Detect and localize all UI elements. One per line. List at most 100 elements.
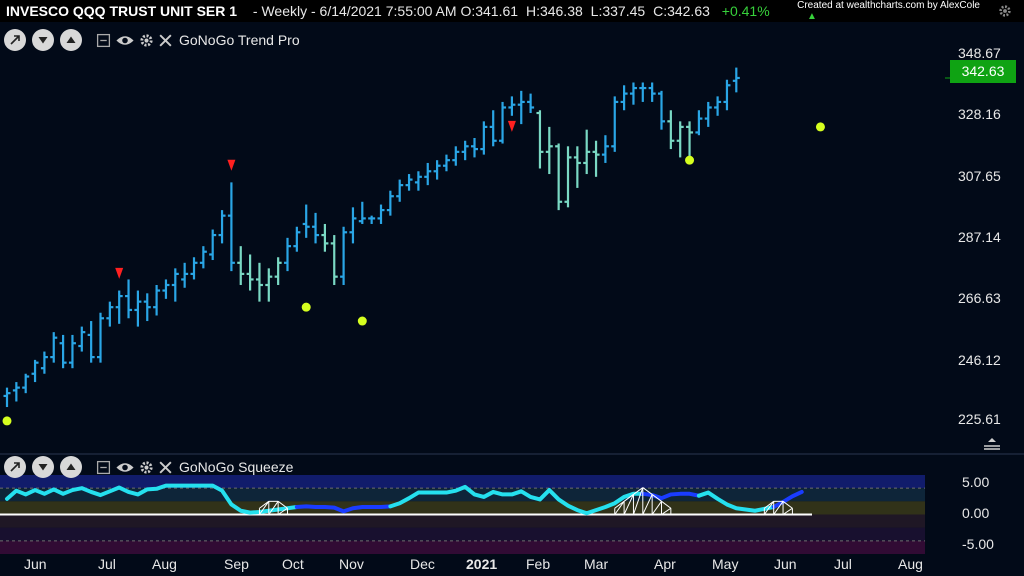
- price-bar: [190, 257, 198, 280]
- price-bar: [349, 207, 357, 244]
- triangle-down-icon: [38, 464, 48, 471]
- change-percent: +0.41%: [721, 3, 770, 19]
- price-bar: [704, 101, 712, 127]
- price-bar: [601, 135, 609, 163]
- squeeze-panel-toolbar: GoNoGo Squeeze: [4, 456, 293, 478]
- price-bar: [676, 121, 684, 158]
- price-bar: [274, 257, 282, 285]
- move-down-button[interactable]: [32, 456, 54, 478]
- low-value: 337.45: [602, 3, 646, 19]
- price-bar: [330, 235, 338, 285]
- squeeze-band: [0, 540, 925, 554]
- price-bar: [293, 226, 301, 252]
- minimize-icon[interactable]: [96, 460, 111, 475]
- triangle-up-icon: [66, 36, 76, 43]
- eye-icon[interactable]: [115, 460, 135, 475]
- price-bar: [40, 351, 48, 374]
- price-bar: [368, 215, 376, 224]
- price-bar: [517, 90, 525, 125]
- go-dot-marker: [301, 302, 311, 312]
- price-bar: [620, 85, 628, 111]
- price-bar: [358, 201, 366, 224]
- indicator-name: GoNoGo Squeeze: [179, 459, 294, 475]
- expand-button[interactable]: [4, 29, 26, 51]
- minimize-icon[interactable]: [96, 33, 111, 48]
- y-axis-label: 348.67: [958, 45, 1001, 61]
- price-bar: [686, 121, 694, 158]
- x-axis-label: Dec: [410, 556, 435, 572]
- x-axis-label: Jul: [834, 556, 852, 572]
- price-bar: [143, 293, 151, 322]
- price-bar: [78, 326, 86, 352]
- y-axis-label: 307.65: [958, 168, 1001, 184]
- close-value: 342.63: [667, 3, 710, 19]
- price-bar: [555, 143, 563, 211]
- price-bar: [125, 279, 133, 319]
- open-label: O:: [460, 3, 476, 19]
- price-bar: [433, 160, 441, 180]
- symbol-title: INVESCO QQQ TRUST UNIT SER 1: [6, 3, 238, 19]
- move-up-button[interactable]: [60, 456, 82, 478]
- credit-text: Created at wealthcharts.com by AlexCole: [797, 0, 980, 11]
- move-down-button[interactable]: [32, 29, 54, 51]
- price-bar: [639, 82, 647, 102]
- close-icon[interactable]: [158, 460, 173, 475]
- price-bar: [171, 268, 179, 302]
- y-axis-label: 328.16: [958, 106, 1001, 122]
- up-arrow-icon: ▲: [807, 11, 817, 22]
- go-dot-marker: [2, 416, 12, 426]
- price-bar: [499, 101, 507, 144]
- move-up-button[interactable]: [60, 29, 82, 51]
- price-bar: [732, 67, 740, 93]
- price-bar: [134, 290, 142, 327]
- price-bar: [527, 93, 535, 114]
- price-bar: [424, 162, 432, 186]
- close-icon[interactable]: [158, 33, 173, 48]
- price-bar: [255, 262, 263, 302]
- nogo-triangle-marker: [227, 159, 236, 171]
- x-axis-label: Aug: [898, 556, 923, 572]
- price-bar: [564, 146, 572, 208]
- x-axis-label: Nov: [339, 556, 364, 572]
- price-bar: [545, 126, 553, 175]
- price-bar: [153, 284, 161, 316]
- gear-icon[interactable]: [139, 33, 154, 48]
- price-bar: [573, 146, 581, 188]
- last-price-tag: 342.63: [950, 60, 1016, 83]
- timeframe-info: - Weekly - 6/14/2021 7:55:00 AM: [252, 3, 457, 19]
- price-bar: [658, 90, 665, 130]
- close-label: C:: [653, 3, 668, 19]
- price-bar: [667, 110, 675, 150]
- collapse-panel-icon[interactable]: [982, 436, 1002, 452]
- price-bar: [695, 110, 703, 136]
- squeeze-plot: [0, 475, 925, 554]
- price-bar: [3, 387, 11, 408]
- price-bar: [648, 82, 656, 102]
- low-label: L:: [590, 3, 603, 19]
- price-bar: [106, 301, 114, 327]
- price-bar: [162, 279, 170, 299]
- go-dot-marker: [685, 155, 695, 165]
- triangle-up-icon: [66, 463, 76, 470]
- price-bar: [284, 237, 291, 272]
- price-bar: [471, 137, 478, 158]
- gear-icon[interactable]: [139, 460, 154, 475]
- price-bar: [12, 382, 20, 402]
- price-bar: [115, 290, 123, 324]
- price-bar: [611, 96, 619, 152]
- expand-button[interactable]: [4, 456, 26, 478]
- go-dot-marker: [357, 316, 367, 326]
- eye-icon[interactable]: [115, 33, 135, 48]
- price-bar: [209, 229, 217, 261]
- price-bar: [22, 373, 30, 394]
- x-axis-label: Apr: [654, 556, 676, 572]
- x-axis-label: Sep: [224, 556, 249, 572]
- expand-icon: [10, 462, 20, 472]
- chart-canvas: [0, 67, 1024, 554]
- price-bar: [321, 223, 329, 252]
- price-bar: [97, 312, 104, 363]
- settings-gear-icon[interactable]: [998, 4, 1012, 18]
- price-bar: [405, 174, 413, 191]
- open-value: 341.61: [475, 3, 519, 19]
- x-axis-label: Jul: [98, 556, 116, 572]
